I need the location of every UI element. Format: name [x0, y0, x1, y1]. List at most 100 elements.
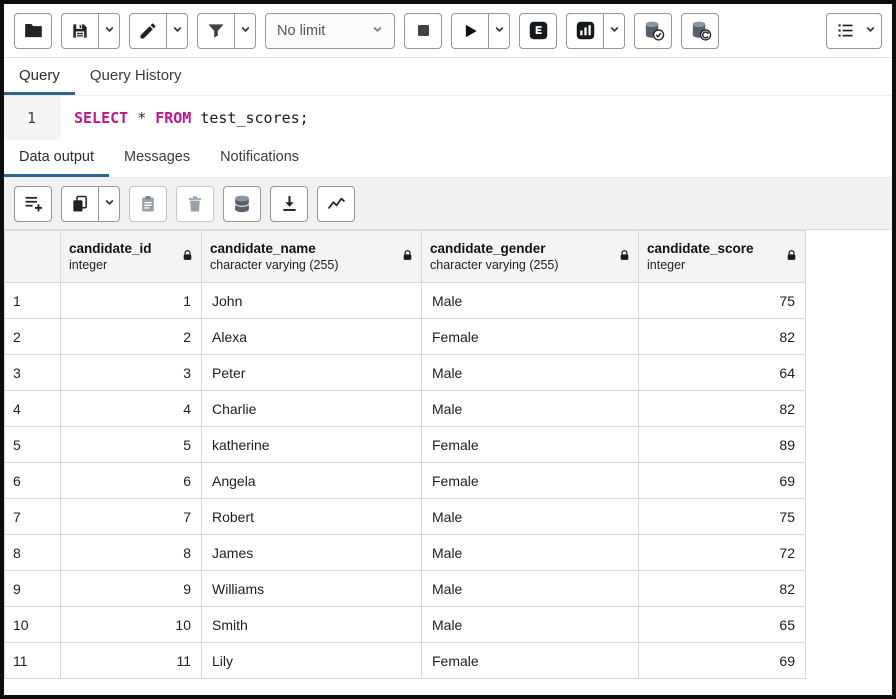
cell-candidate-gender[interactable]: Male [422, 535, 639, 571]
edit-button[interactable] [130, 14, 166, 48]
copy-dropdown[interactable] [98, 187, 119, 221]
table-row[interactable]: 1 1 John Male 75 [5, 283, 806, 319]
cell-candidate-name[interactable]: Smith [202, 607, 422, 643]
sql-editor[interactable]: 1 SELECT * FROM test_scores; [4, 96, 892, 140]
paste-button[interactable] [129, 186, 167, 222]
save-dropdown[interactable] [98, 14, 119, 48]
cell-candidate-score[interactable]: 64 [639, 355, 806, 391]
row-number[interactable]: 11 [5, 643, 61, 679]
cell-candidate-id[interactable]: 2 [61, 319, 202, 355]
filter-dropdown[interactable] [234, 14, 255, 48]
row-number[interactable]: 10 [5, 607, 61, 643]
cell-candidate-name[interactable]: Alexa [202, 319, 422, 355]
cell-candidate-name[interactable]: Lily [202, 643, 422, 679]
table-row[interactable]: 5 5 katherine Female 89 [5, 427, 806, 463]
table-row[interactable]: 8 8 James Male 72 [5, 535, 806, 571]
row-limit-select[interactable]: No limit [265, 13, 395, 49]
row-number[interactable]: 8 [5, 535, 61, 571]
macros-button[interactable] [827, 14, 863, 48]
cell-candidate-score[interactable]: 75 [639, 499, 806, 535]
cell-candidate-id[interactable]: 7 [61, 499, 202, 535]
cell-candidate-score[interactable]: 82 [639, 571, 806, 607]
cell-candidate-id[interactable]: 10 [61, 607, 202, 643]
tab-messages[interactable]: Messages [109, 140, 205, 177]
cell-candidate-name[interactable]: Charlie [202, 391, 422, 427]
cell-candidate-gender[interactable]: Male [422, 499, 639, 535]
execute-dropdown[interactable] [488, 14, 509, 48]
select-all-corner[interactable] [5, 231, 61, 283]
cell-candidate-gender[interactable]: Female [422, 463, 639, 499]
cell-candidate-gender[interactable]: Male [422, 607, 639, 643]
edit-dropdown[interactable] [166, 14, 187, 48]
save-data-button[interactable] [223, 186, 261, 222]
explain-button[interactable] [519, 13, 557, 49]
download-button[interactable] [270, 186, 308, 222]
cell-candidate-id[interactable]: 9 [61, 571, 202, 607]
cell-candidate-id[interactable]: 5 [61, 427, 202, 463]
cell-candidate-score[interactable]: 89 [639, 427, 806, 463]
table-row[interactable]: 7 7 Robert Male 75 [5, 499, 806, 535]
cell-candidate-id[interactable]: 8 [61, 535, 202, 571]
add-row-button[interactable] [14, 186, 52, 222]
cell-candidate-score[interactable]: 72 [639, 535, 806, 571]
table-row[interactable]: 2 2 Alexa Female 82 [5, 319, 806, 355]
row-number[interactable]: 3 [5, 355, 61, 391]
cell-candidate-name[interactable]: Angela [202, 463, 422, 499]
filter-button[interactable] [198, 14, 234, 48]
copy-button[interactable] [62, 187, 98, 221]
cell-candidate-score[interactable]: 69 [639, 463, 806, 499]
column-header-candidate-score[interactable]: candidate_score integer [639, 231, 806, 283]
cell-candidate-score[interactable]: 82 [639, 319, 806, 355]
cell-candidate-score[interactable]: 82 [639, 391, 806, 427]
delete-row-button[interactable] [176, 186, 214, 222]
cell-candidate-name[interactable]: James [202, 535, 422, 571]
cell-candidate-id[interactable]: 3 [61, 355, 202, 391]
save-button[interactable] [62, 14, 98, 48]
row-number[interactable]: 4 [5, 391, 61, 427]
cell-candidate-id[interactable]: 11 [61, 643, 202, 679]
cell-candidate-name[interactable]: katherine [202, 427, 422, 463]
table-row[interactable]: 9 9 Williams Male 82 [5, 571, 806, 607]
cell-candidate-gender[interactable]: Female [422, 427, 639, 463]
table-row[interactable]: 10 10 Smith Male 65 [5, 607, 806, 643]
cell-candidate-gender[interactable]: Male [422, 571, 639, 607]
column-header-candidate-gender[interactable]: candidate_gender character varying (255) [422, 231, 639, 283]
column-header-candidate-id[interactable]: candidate_id integer [61, 231, 202, 283]
row-number[interactable]: 9 [5, 571, 61, 607]
open-file-button[interactable] [14, 13, 52, 49]
row-number[interactable]: 1 [5, 283, 61, 319]
cell-candidate-gender[interactable]: Male [422, 355, 639, 391]
column-header-candidate-name[interactable]: candidate_name character varying (255) [202, 231, 422, 283]
cell-candidate-id[interactable]: 4 [61, 391, 202, 427]
tab-data-output[interactable]: Data output [4, 140, 109, 177]
commit-button[interactable] [634, 13, 672, 49]
explain-analyze-dropdown[interactable] [603, 14, 624, 48]
rollback-button[interactable] [681, 13, 719, 49]
cell-candidate-gender[interactable]: Female [422, 643, 639, 679]
graph-visualiser-button[interactable] [317, 186, 355, 222]
sql-code-line[interactable]: SELECT * FROM test_scores; [60, 96, 309, 140]
tab-notifications[interactable]: Notifications [205, 140, 314, 177]
row-number[interactable]: 2 [5, 319, 61, 355]
table-row[interactable]: 4 4 Charlie Male 82 [5, 391, 806, 427]
cell-candidate-gender[interactable]: Female [422, 319, 639, 355]
table-row[interactable]: 3 3 Peter Male 64 [5, 355, 806, 391]
tab-query[interactable]: Query [4, 58, 75, 95]
cell-candidate-gender[interactable]: Male [422, 283, 639, 319]
macros-dropdown[interactable] [863, 14, 881, 48]
cell-candidate-score[interactable]: 75 [639, 283, 806, 319]
table-row[interactable]: 11 11 Lily Female 69 [5, 643, 806, 679]
stop-button[interactable] [404, 13, 442, 49]
cell-candidate-name[interactable]: Peter [202, 355, 422, 391]
explain-analyze-button[interactable] [567, 14, 603, 48]
cell-candidate-score[interactable]: 69 [639, 643, 806, 679]
cell-candidate-name[interactable]: John [202, 283, 422, 319]
cell-candidate-name[interactable]: Williams [202, 571, 422, 607]
table-row[interactable]: 6 6 Angela Female 69 [5, 463, 806, 499]
cell-candidate-id[interactable]: 6 [61, 463, 202, 499]
cell-candidate-score[interactable]: 65 [639, 607, 806, 643]
execute-button[interactable] [452, 14, 488, 48]
row-number[interactable]: 7 [5, 499, 61, 535]
row-number[interactable]: 6 [5, 463, 61, 499]
row-number[interactable]: 5 [5, 427, 61, 463]
